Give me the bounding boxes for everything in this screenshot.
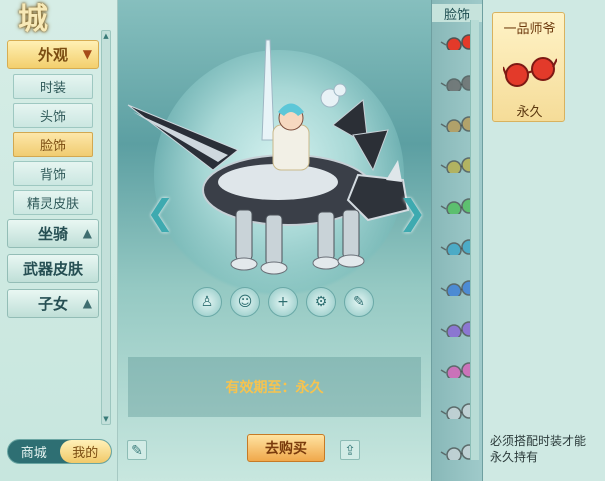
tab-mall[interactable]: 商城 — [8, 440, 60, 463]
edit-icon[interactable]: ✎ — [127, 440, 147, 460]
dye-icon[interactable]: ✎ — [344, 287, 374, 317]
preview-action-bar: ♙ ☺ + ⚙ ✎ — [192, 287, 374, 317]
buy-button[interactable]: 去购买 — [247, 434, 325, 462]
sub-item-headwear[interactable]: 头饰 — [13, 103, 93, 128]
red-glasses-icon — [503, 57, 557, 87]
game-logo: 城 — [18, 2, 48, 37]
sub-item-facewear[interactable]: 脸饰 — [13, 132, 93, 157]
share-icon[interactable]: ⇪ — [340, 440, 360, 460]
item-detail-panel: 一品师爷 永久 必须搭配时装才能 永久持有 — [483, 0, 605, 481]
scroll-up-icon[interactable]: ▲ — [102, 31, 110, 41]
category-appearance[interactable]: 外观 ▼ — [7, 40, 99, 69]
chevron-up-icon: ▲ — [82, 226, 92, 240]
rotate-left-icon[interactable]: ❮ — [146, 193, 175, 233]
face-icon[interactable]: ☺ — [230, 287, 260, 317]
chevron-down-icon: ▼ — [82, 47, 92, 61]
item-name: 一品师爷 — [503, 22, 556, 37]
category-children-label: 子女 — [37, 295, 68, 313]
plus-icon[interactable]: + — [268, 287, 298, 317]
note-line-1: 必须搭配时装才能 — [490, 434, 587, 448]
sub-item-fashion[interactable]: 时装 — [13, 74, 93, 99]
category-mount-label: 坐骑 — [37, 225, 68, 243]
category-appearance-label: 外观 — [37, 46, 68, 64]
item-permanence: 永久 — [516, 105, 543, 120]
item-list-scrollbar[interactable] — [470, 20, 479, 460]
figure-icon[interactable]: ♙ — [192, 287, 222, 317]
mount-character-model[interactable] — [118, 20, 431, 290]
sidebar-scrollbar[interactable]: ▲ ▼ — [101, 30, 111, 425]
category-mount[interactable]: 坐骑 ▲ — [7, 219, 99, 248]
note-line-2: 永久持有 — [490, 450, 539, 464]
category-sidebar: 城 外观 ▼ 时装 头饰 脸饰 背饰 精灵皮肤 坐骑 ▲ 武器皮肤 子女 ▲ ▲… — [0, 0, 118, 481]
sub-item-spirit-skin[interactable]: 精灵皮肤 — [13, 190, 93, 215]
tab-mine[interactable]: 我的 — [59, 440, 111, 463]
pose-icon[interactable]: ⚙ — [306, 287, 336, 317]
category-children[interactable]: 子女 ▲ — [7, 289, 99, 318]
scroll-down-icon[interactable]: ▼ — [102, 414, 110, 424]
category-weapon-skin[interactable]: 武器皮肤 — [7, 254, 99, 283]
rotate-right-icon[interactable]: ❯ — [398, 193, 427, 233]
validity-text: 有效期至：永久 — [128, 357, 421, 417]
selected-item-card[interactable]: 一品师爷 永久 — [492, 12, 565, 122]
item-requirement-note: 必须搭配时装才能 永久持有 — [490, 433, 604, 465]
chevron-up-icon: ▲ — [82, 296, 92, 310]
mall-mine-toggle: 商城 我的 — [7, 439, 112, 464]
character-preview: ❮ ❯ ♙ ☺ + ⚙ ✎ 有效期至：永久 ✎ 去购买 ⇪ — [118, 0, 431, 481]
sub-item-backwear[interactable]: 背饰 — [13, 161, 93, 186]
category-weapon-skin-label: 武器皮肤 — [22, 260, 83, 278]
